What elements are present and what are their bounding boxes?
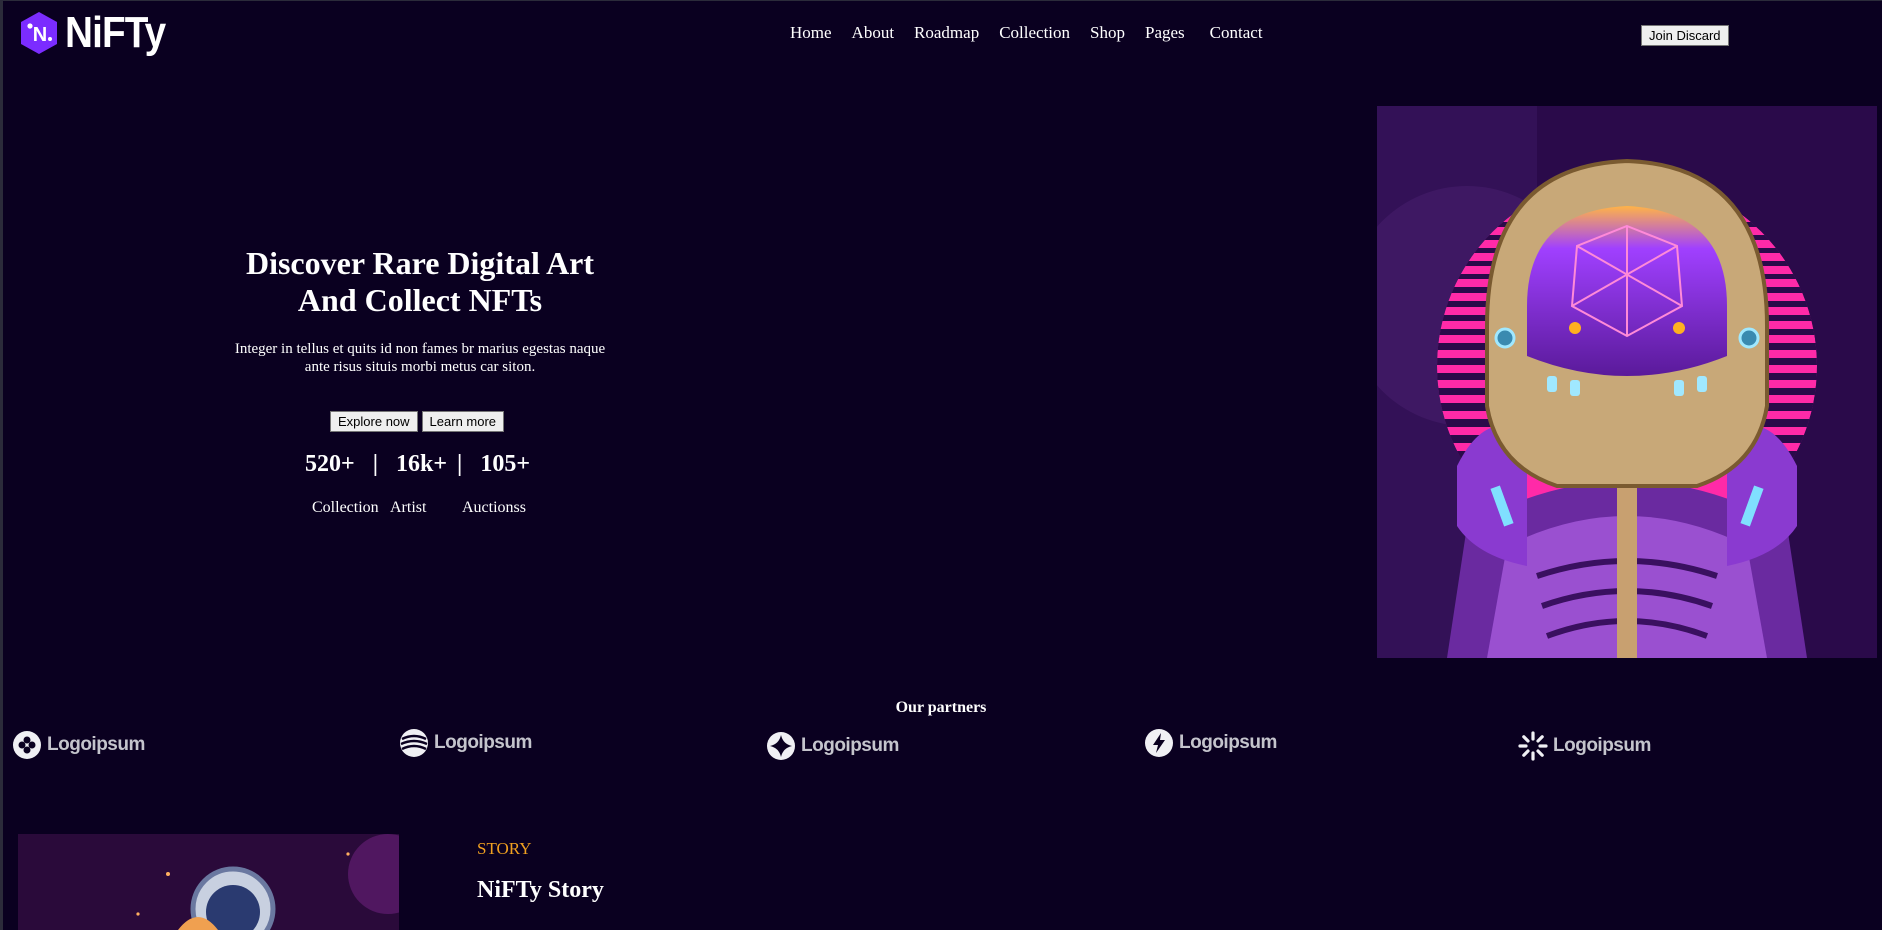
flower-icon <box>13 731 41 759</box>
sparkle-icon <box>767 732 795 760</box>
hero-title-line2: And Collect NFTs <box>297 282 543 318</box>
brand-logo[interactable]: N NiFTy <box>19 11 179 55</box>
story-eyebrow: STORY <box>477 839 532 858</box>
partner-name: Logoipsum <box>801 735 899 756</box>
hero-desc-line2: ante risus situis morbi metus car siton. <box>304 359 536 375</box>
lightning-icon <box>1145 729 1173 757</box>
partner-logo[interactable]: Logoipsum <box>766 731 899 761</box>
logo-mark-letter: N <box>33 24 47 46</box>
astronaut-hero-image <box>1377 106 1877 658</box>
stat-auctions-value: 105+ <box>480 451 530 477</box>
hero-buttons: Explore now Learn more <box>330 411 505 432</box>
burst-icon <box>1518 731 1548 761</box>
nav-pages[interactable]: Pages <box>1145 23 1185 43</box>
story-title: NiFTy Story <box>477 877 604 903</box>
learn-more-button[interactable]: Learn more <box>421 411 505 432</box>
partner-name: Logoipsum <box>1179 732 1277 753</box>
stat-separator: | <box>457 451 463 477</box>
partner-name: Logoipsum <box>1553 735 1651 756</box>
explore-now-button[interactable]: Explore now <box>330 411 418 432</box>
story-astronaut-image <box>18 834 399 930</box>
nav-shop[interactable]: Shop <box>1090 23 1125 43</box>
join-discord-button[interactable]: Join Discard <box>1641 25 1729 46</box>
stat-auctions-label: Auctionss <box>462 499 526 516</box>
partners-title: Our partners <box>895 699 987 716</box>
nav-home[interactable]: Home <box>790 23 832 43</box>
nav-collection[interactable]: Collection <box>999 23 1070 43</box>
nav-roadmap[interactable]: Roadmap <box>914 23 979 43</box>
hero-description: Integer in tellus et quits id non fames … <box>210 340 630 376</box>
partner-logo[interactable]: Logoipsum <box>399 728 532 758</box>
stat-separator: | <box>372 451 378 477</box>
hero-title: Discover Rare Digital Art And Collect NF… <box>180 245 660 319</box>
stat-artist-label: Artist <box>390 499 427 516</box>
partner-logo[interactable]: Logoipsum <box>12 730 145 760</box>
hexagon-logo-icon: N <box>21 12 57 54</box>
brand-name: NiFTy <box>65 8 166 57</box>
stat-collection-value: 520+ <box>305 451 355 477</box>
partner-logo[interactable]: Logoipsum <box>1144 728 1277 758</box>
partner-logo[interactable]: Logoipsum <box>1518 731 1651 761</box>
stats-labels: Collection Artist Auctionss <box>312 499 526 517</box>
stat-collection-label: Collection <box>312 499 379 516</box>
hero-desc-line1: Integer in tellus et quits id non fames … <box>234 341 606 357</box>
hero-title-line1: Discover Rare Digital Art <box>245 245 595 281</box>
waves-icon <box>400 729 428 757</box>
main-nav: Home About Roadmap Collection Shop Pages… <box>790 23 1283 43</box>
nav-about[interactable]: About <box>852 23 895 43</box>
partner-name: Logoipsum <box>434 732 532 753</box>
nav-contact[interactable]: Contact <box>1210 23 1263 43</box>
stat-artist-value: 16k+ <box>395 451 448 477</box>
stats-row: 520+ | 16k+ | 105+ <box>305 451 530 478</box>
partner-name: Logoipsum <box>47 734 145 755</box>
